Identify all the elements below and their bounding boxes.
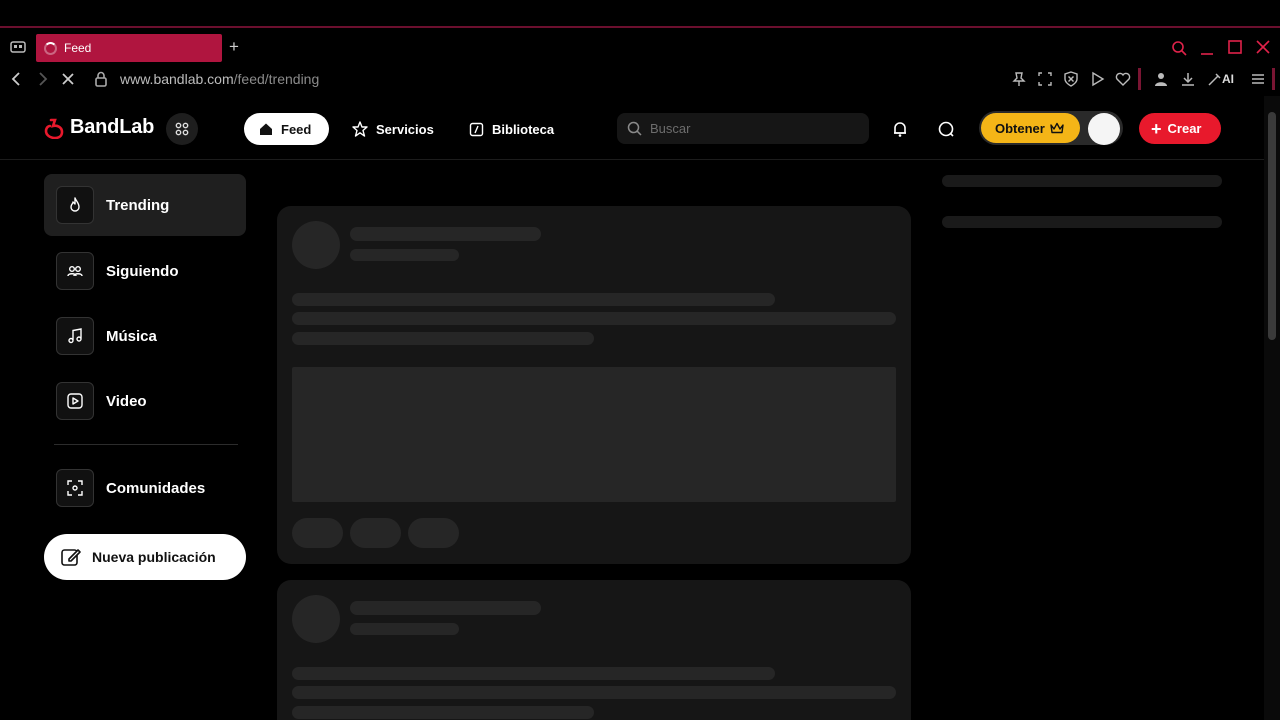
sidebar-item-siguiendo[interactable]: Siguiendo [44,240,246,302]
sidebar-item-trending[interactable]: Trending [44,174,246,236]
logo-text: BandLab [70,116,155,138]
nav-biblioteca-label: Biblioteca [492,121,555,137]
search-input[interactable]: Buscar [617,113,869,144]
scrollbar-thumb[interactable] [1268,112,1276,340]
window-top-bar [0,0,1280,28]
skeleton-avatar [292,595,340,643]
skeleton-avatar [292,221,340,269]
profile-icon[interactable] [1153,71,1169,87]
sidebar-item-label: Trending [106,196,170,214]
sidebar-divider [54,444,238,445]
skeleton-line [350,601,541,615]
get-membership-button[interactable]: Obtener [981,113,1080,143]
sidebar-item-comunidades[interactable]: Comunidades [44,457,246,519]
url-domain: www.bandlab.com [120,71,234,87]
sidebar-item-video[interactable]: Video [44,370,246,432]
skeleton-line [292,312,896,325]
back-icon[interactable] [8,70,26,88]
bell-icon[interactable] [891,120,909,138]
sidebar-item-label: Siguiendo [106,262,179,280]
ai-tools-icon[interactable] [1207,71,1223,87]
forward-icon[interactable] [33,70,51,88]
skeleton-line [292,686,896,699]
nav-servicios-label: Servicios [376,121,434,137]
communities-icon [56,469,94,507]
close-window-icon[interactable] [1256,40,1270,54]
toolbar-edge [1272,68,1275,90]
video-icon [56,382,94,420]
skeleton-action [408,518,459,548]
plus-icon: + [1151,118,1162,139]
menu-icon[interactable] [1250,71,1266,87]
search-tabs-icon[interactable] [1171,40,1187,56]
skeleton-line [350,227,541,241]
heart-icon[interactable] [1115,71,1131,87]
bandlab-logo-icon [44,118,64,139]
skeleton-media [292,367,896,502]
play-icon[interactable] [1089,71,1105,87]
flame-icon [56,186,94,224]
tab-manager-icon[interactable] [10,40,26,54]
home-icon [260,123,272,135]
get-label: Obtener [995,120,1045,136]
skeleton-line [350,249,459,261]
edit-icon [61,549,81,566]
new-post-button[interactable]: Nueva publicación [44,534,246,580]
download-icon[interactable] [1180,71,1196,87]
skeleton-line [350,623,459,635]
skeleton-line [942,216,1222,228]
url-path: /feed/trending [233,71,320,87]
snapshot-icon[interactable] [1037,71,1053,87]
sidebar-item-label: Video [106,392,147,410]
skeleton-action [292,518,343,548]
new-tab-button[interactable]: + [226,38,242,56]
skeleton-line [292,332,594,345]
search-placeholder: Buscar [650,121,691,136]
nav-feed[interactable]: Feed [244,113,329,145]
nav-biblioteca[interactable]: Biblioteca [469,113,554,145]
library-icon [469,122,484,136]
star-icon [352,121,368,137]
skeleton-line [292,706,594,719]
create-label: Crear [1167,121,1202,136]
lock-icon[interactable] [92,70,110,88]
skeleton-line [942,175,1222,187]
adblock-icon[interactable] [1063,71,1079,87]
browser-tab-feed[interactable]: Feed [36,34,222,62]
nav-feed-label: Feed [281,121,312,137]
ai-label[interactable]: AI [1222,72,1234,86]
stop-loading-icon[interactable] [59,70,77,88]
nav-servicios[interactable]: Servicios [352,113,434,145]
apps-grid-icon [175,122,189,136]
users-icon [56,252,94,290]
loading-spinner-icon [44,41,57,55]
minimize-icon[interactable] [1200,40,1214,56]
avatar[interactable] [1088,113,1120,145]
skeleton-line [292,293,775,306]
messages-icon[interactable] [937,120,955,138]
pin-icon[interactable] [1011,71,1027,87]
crown-icon [1050,122,1064,134]
skeleton-line [292,667,775,680]
url-field[interactable]: www.bandlab.com/feed/trending [120,71,319,87]
sidebar-item-musica[interactable]: Música [44,305,246,367]
music-note-icon [56,317,94,355]
skeleton-action [350,518,401,548]
create-button[interactable]: + Crear [1139,113,1221,144]
bandlab-logo[interactable]: BandLab [44,116,154,139]
sidebar-item-label: Comunidades [106,479,206,497]
sidebar-item-label: Música [106,327,157,345]
maximize-icon[interactable] [1228,40,1242,54]
apps-button[interactable] [166,113,198,145]
new-post-label: Nueva publicación [92,549,216,565]
tab-title: Feed [64,41,92,55]
search-icon [627,121,642,136]
toolbar-separator [1138,68,1141,90]
